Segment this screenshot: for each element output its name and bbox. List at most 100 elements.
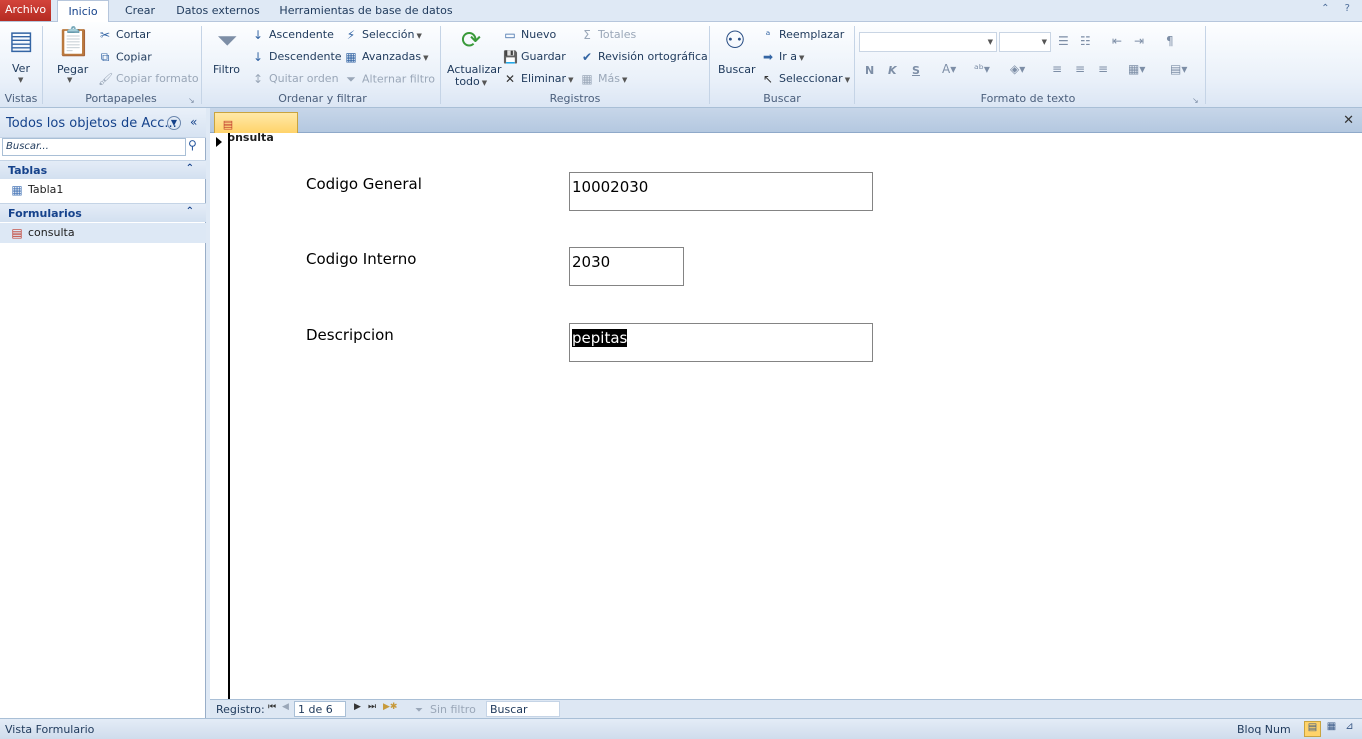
navigation-pane: Todos los objetos de Acc... ▼ « Buscar..…: [0, 108, 206, 718]
nav-pane-title[interactable]: Todos los objetos de Acc...: [6, 116, 177, 131]
next-record-icon[interactable]: ▶: [354, 702, 361, 712]
font-size-combo[interactable]: ▼: [999, 32, 1051, 52]
nav-section-formularios[interactable]: Formularios ⌃: [0, 203, 206, 222]
replace-button[interactable]: ᵃ Reemplazar: [761, 28, 845, 42]
selection-button[interactable]: ⚡ Selección ▼: [344, 28, 422, 42]
font-name-combo[interactable]: ▼: [859, 32, 997, 52]
spelling-button[interactable]: ✔ Revisión ortográfica: [580, 50, 708, 64]
filter-status-button[interactable]: ⏷ Sin filtro: [412, 703, 476, 716]
format-painter-button[interactable]: 🖌 Copiar formato: [98, 72, 199, 86]
advanced-button[interactable]: ▦ Avanzadas ▼: [344, 50, 428, 64]
alternate-row-color-icon[interactable]: ▤▾: [1170, 62, 1187, 76]
tab-inicio[interactable]: Inicio: [57, 0, 109, 23]
paste-button[interactable]: Pegar: [57, 63, 88, 76]
font-color-icon[interactable]: A▾: [942, 62, 956, 76]
sort-ascending-button[interactable]: ↓ Ascendente: [251, 28, 334, 42]
collapse-section-icon[interactable]: ⌃: [186, 206, 194, 217]
tab-crear[interactable]: Crear: [120, 0, 160, 22]
delete-icon: ✕: [504, 72, 516, 86]
nav-item-tabla1[interactable]: ▦ Tabla1: [0, 180, 206, 200]
toggle-filter-button[interactable]: ⏷ Alternar filtro: [344, 72, 435, 87]
new-record-button[interactable]: ▭ Nuevo: [503, 28, 556, 42]
highlight-icon[interactable]: ᵃᵇ▾: [974, 62, 990, 76]
underline-button[interactable]: S: [912, 64, 920, 77]
delete-record-button[interactable]: ✕ Eliminar ▼: [503, 72, 574, 86]
collapse-pane-icon[interactable]: «: [190, 115, 197, 129]
filter-icon[interactable]: ⏷: [212, 26, 242, 57]
clear-sort-button[interactable]: ↕ Quitar orden: [251, 72, 339, 86]
chevron-down-icon[interactable]: ▼: [18, 76, 23, 84]
first-record-icon[interactable]: ⏮: [268, 702, 276, 712]
search-icon[interactable]: ⚲: [188, 138, 197, 152]
fill-color-icon[interactable]: ◈▾: [1010, 62, 1025, 76]
current-record-input[interactable]: 1 de 6: [294, 701, 346, 717]
sort-descending-button[interactable]: ↓ Descendente: [251, 50, 342, 64]
collapse-section-icon[interactable]: ⌃: [186, 163, 194, 174]
sort-descending-icon: ↓: [252, 50, 264, 64]
status-numlock: Bloq Num: [1237, 723, 1291, 736]
dialog-launcher-icon[interactable]: ↘: [188, 96, 195, 105]
gridlines-icon[interactable]: ▦▾: [1128, 62, 1145, 76]
save-label: Guardar: [521, 50, 566, 63]
filter-button[interactable]: Filtro: [213, 63, 240, 76]
increase-indent-icon[interactable]: ⇥: [1134, 34, 1144, 48]
copy-button[interactable]: ⧉ Copiar: [98, 50, 152, 65]
save-record-button[interactable]: 💾 Guardar: [503, 50, 566, 64]
cut-button[interactable]: ✂ Cortar: [98, 28, 151, 42]
previous-record-icon[interactable]: ◀: [282, 702, 289, 712]
nav-item-consulta[interactable]: ▤ consulta: [0, 223, 206, 243]
document-tab-consulta[interactable]: ▤consulta: [214, 112, 298, 144]
new-record-nav-icon[interactable]: ▶✱: [383, 702, 397, 712]
record-search-input[interactable]: Buscar: [486, 701, 560, 717]
refresh-all-icon[interactable]: ⟳: [456, 26, 486, 54]
align-left-icon[interactable]: ≡: [1052, 62, 1062, 76]
codigo-interno-field[interactable]: 2030: [569, 247, 684, 286]
chevron-down-icon: ▼: [423, 54, 429, 62]
numbering-icon[interactable]: ☷: [1080, 34, 1091, 48]
nav-pane-header[interactable]: Todos los objetos de Acc... ▼ «: [0, 108, 206, 138]
field-label-descripcion: Descripcion: [306, 326, 394, 344]
binoculars-icon[interactable]: ⚇: [718, 26, 752, 54]
form-view-icon[interactable]: ▤: [1304, 721, 1321, 737]
close-icon[interactable]: ✕: [1343, 113, 1354, 128]
totals-button[interactable]: Σ Totales: [580, 28, 636, 42]
view-button[interactable]: Ver: [12, 62, 30, 75]
status-view-name: Vista Formulario: [5, 723, 95, 736]
bullets-icon[interactable]: ☰: [1058, 34, 1069, 48]
italic-button[interactable]: K: [888, 64, 897, 77]
bold-button[interactable]: N: [865, 64, 874, 77]
advanced-filter-icon: ▦: [345, 50, 357, 64]
design-view-icon[interactable]: ⊿: [1341, 721, 1358, 737]
find-button[interactable]: Buscar: [718, 63, 756, 76]
tab-archivo[interactable]: Archivo: [0, 0, 51, 21]
tab-datos-externos[interactable]: Datos externos: [172, 0, 264, 22]
refresh-all-button[interactable]: todo ▼: [455, 75, 487, 88]
ribbon-minimize-help-icons[interactable]: ⌃ ?: [1321, 3, 1356, 14]
nav-search-input[interactable]: Buscar...: [2, 138, 186, 156]
last-record-icon[interactable]: ⏭: [368, 702, 376, 712]
record-selector[interactable]: [210, 133, 230, 699]
more-button[interactable]: ▦ Más ▼: [580, 72, 627, 86]
layout-view-icon[interactable]: ▦: [1323, 721, 1340, 737]
goto-button[interactable]: ➡ Ir a ▼: [761, 50, 804, 64]
tab-herramientas[interactable]: Herramientas de base de datos: [278, 0, 454, 22]
group-label-ordenar-filtrar: Ordenar y filtrar: [278, 92, 367, 105]
view-icon[interactable]: ▤: [6, 26, 36, 56]
toggle-filter-label: Alternar filtro: [362, 72, 436, 86]
nav-section-tablas[interactable]: Tablas ⌃: [0, 160, 206, 179]
paste-icon[interactable]: 📋: [56, 25, 91, 58]
select-button[interactable]: ↖ Seleccionar ▼: [761, 72, 850, 86]
align-right-icon[interactable]: ≡: [1098, 62, 1108, 76]
copy-label: Copiar: [116, 50, 152, 64]
chevron-down-icon[interactable]: ▼: [67, 76, 72, 84]
selection-filter-icon: ⚡: [346, 28, 356, 42]
descripcion-field[interactable]: pepitas: [569, 323, 873, 362]
decrease-indent-icon[interactable]: ⇤: [1112, 34, 1122, 48]
group-label-formato-texto: Formato de texto: [980, 92, 1076, 105]
align-center-icon[interactable]: ≡: [1075, 62, 1085, 76]
dialog-launcher-icon[interactable]: ↘: [1192, 96, 1199, 105]
codigo-general-field[interactable]: 10002030: [569, 172, 873, 211]
chevron-down-icon[interactable]: ▼: [167, 116, 181, 130]
paragraph-direction-icon[interactable]: ¶: [1166, 34, 1174, 48]
chevron-down-icon: ▼: [1041, 38, 1047, 46]
